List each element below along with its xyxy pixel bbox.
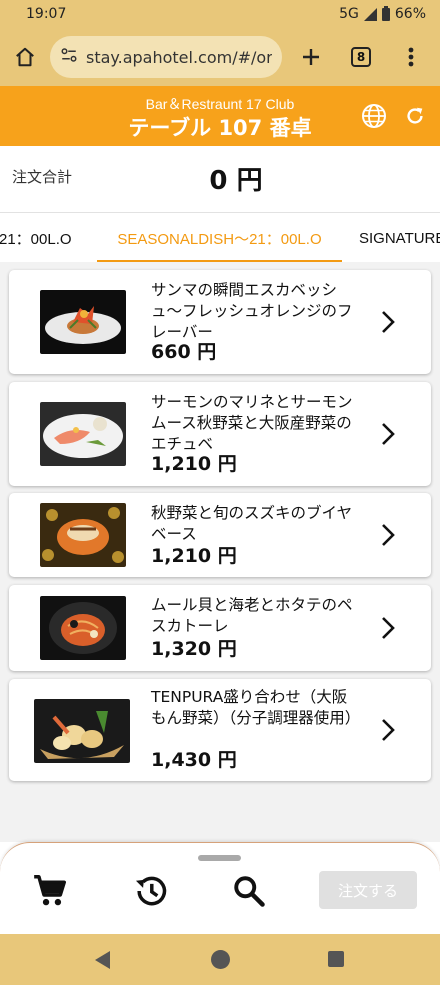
chevron-right-icon [382, 617, 395, 639]
tab-previous-category[interactable]: -21：00L.O [0, 213, 72, 263]
dish-price: 660 円 [151, 341, 217, 363]
dish-price: 1,210 円 [151, 545, 237, 567]
menu-item-card[interactable]: TENPURA盛り合わせ（大阪もん野菜）（分子調理器使用） 1,430 円 [9, 679, 431, 781]
tab-seasonal-dish[interactable]: SEASONALDISH〜21：00L.O [97, 213, 342, 263]
site-settings-icon[interactable] [60, 46, 78, 68]
new-tab-icon[interactable] [286, 28, 336, 86]
status-indicators: 5G 66% [339, 5, 426, 22]
dish-price: 1,210 円 [151, 453, 237, 475]
refresh-icon[interactable] [401, 102, 429, 130]
dish-price: 1,430 円 [151, 749, 237, 771]
dish-name: 秋野菜と旬のスズキのブイヤベース [151, 504, 353, 543]
menu-item-card[interactable]: サーモンのマリネとサーモンムース秋野菜と大阪産野菜のエチュベ 1,210 円 [9, 382, 431, 486]
network-type: 5G [339, 6, 359, 22]
dish-price: 1,320 円 [151, 638, 237, 660]
url-text: stay.apahotel.com/#/ord [86, 47, 272, 67]
dish-photo [40, 503, 126, 567]
system-nav-bar [0, 934, 440, 985]
dish-photo [40, 290, 126, 354]
dish-photo [40, 402, 126, 466]
browser-toolbar: stay.apahotel.com/#/ord 8 [0, 28, 440, 86]
dish-name: サーモンのマリネとサーモンムース秋野菜と大阪産野菜のエチュベ [151, 393, 353, 453]
chevron-right-icon [382, 524, 395, 546]
order-total-value: 0 円 [209, 166, 263, 196]
bottom-action-sheet: 注文する [0, 842, 440, 934]
home-icon[interactable] [0, 28, 50, 86]
dish-name: TENPURA盛り合わせ（大阪もん野菜）（分子調理器使用） [151, 688, 361, 727]
recent-apps-icon[interactable] [328, 951, 344, 967]
dish-name: ムール貝と海老とホタテのペスカトーレ [151, 596, 353, 635]
menu-item-card[interactable]: サンマの瞬間エスカベッシュ〜フレッシュオレンジのフレーバー 660 円 [9, 270, 431, 374]
language-globe-icon[interactable] [360, 102, 388, 130]
dish-name: サンマの瞬間エスカベッシュ〜フレッシュオレンジのフレーバー [151, 281, 353, 341]
tab-switcher-button[interactable]: 8 [336, 28, 386, 86]
chevron-right-icon [382, 311, 395, 333]
sheet-drag-handle[interactable] [198, 855, 241, 861]
search-icon[interactable] [229, 871, 269, 911]
home-circle-icon[interactable] [211, 950, 230, 969]
tab-count: 8 [351, 47, 371, 67]
dish-photo [40, 596, 126, 660]
menu-item-card[interactable]: 秋野菜と旬のスズキのブイヤベース 1,210 円 [9, 493, 431, 577]
order-total-row: 注文合計 0 円 [0, 146, 440, 212]
status-time: 19:07 [26, 6, 67, 22]
place-order-button[interactable]: 注文する [319, 871, 417, 909]
category-tabs: -21：00L.O SEASONALDISH〜21：00L.O SIGNATUR… [0, 212, 440, 263]
dish-photo [34, 699, 130, 763]
cart-icon[interactable] [30, 871, 70, 911]
tab-signature[interactable]: SIGNATURE [359, 213, 440, 263]
battery-icon [381, 5, 390, 21]
more-menu-icon[interactable] [386, 28, 436, 86]
status-bar: 19:07 5G 66% [0, 0, 440, 28]
app-header: Bar＆Restraunt 17 Club テーブル 107 番卓 [0, 86, 440, 146]
battery-level: 66% [394, 6, 426, 22]
chevron-right-icon [382, 719, 395, 741]
menu-item-card[interactable]: ムール貝と海老とホタテのペスカトーレ 1,320 円 [9, 585, 431, 671]
back-icon[interactable] [95, 951, 110, 969]
address-bar[interactable]: stay.apahotel.com/#/ord [50, 36, 282, 78]
order-history-icon[interactable] [131, 871, 171, 911]
signal-icon [363, 7, 377, 21]
menu-item-list: サンマの瞬間エスカベッシュ〜フレッシュオレンジのフレーバー 660 円 サーモン… [0, 262, 440, 842]
chevron-right-icon [382, 423, 395, 445]
